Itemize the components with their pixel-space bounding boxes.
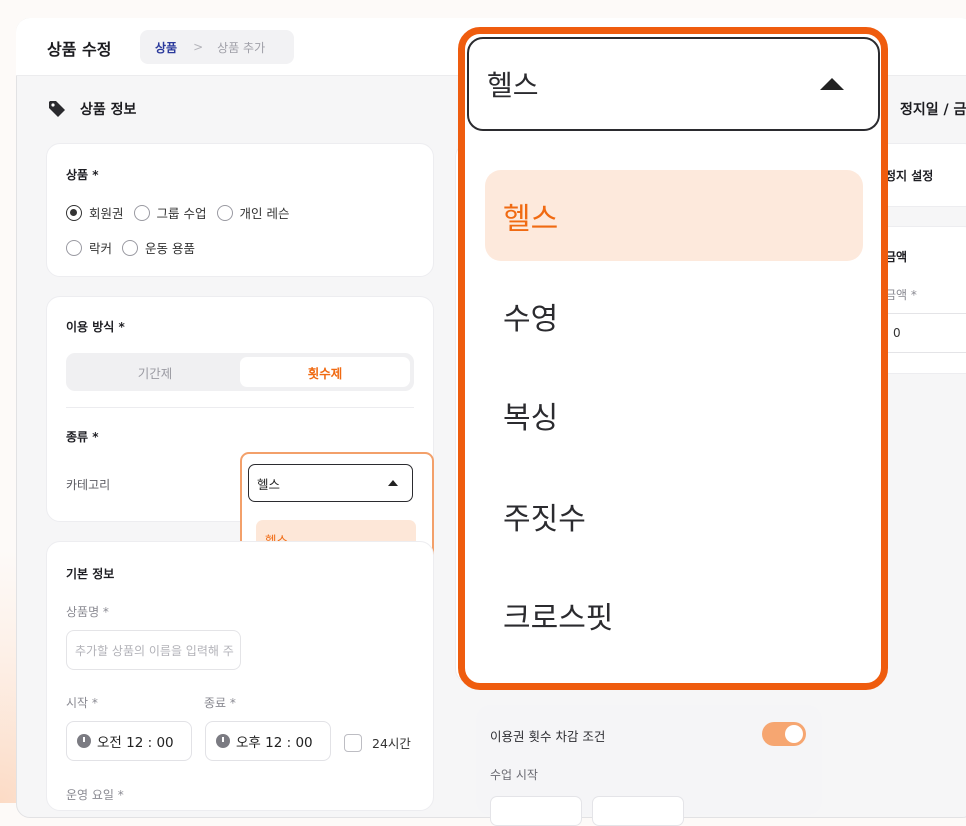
zoomed-option-swim[interactable]: 수영 bbox=[503, 270, 558, 361]
class-start-option-2[interactable] bbox=[592, 796, 684, 826]
radio-label: 운동 용품 bbox=[145, 241, 195, 256]
kind-label: 종류 * bbox=[66, 430, 99, 444]
radio-dot[interactable] bbox=[66, 204, 82, 221]
product-name-input[interactable]: 추가할 상품의 이름을 입력해 주 bbox=[66, 630, 241, 670]
section-title-text: 상품 정보 bbox=[80, 102, 137, 118]
radio-membership[interactable]: 회원권 bbox=[66, 203, 124, 222]
radio-label: 개인 레슨 bbox=[239, 206, 290, 221]
category-label: 카테고리 bbox=[66, 478, 111, 492]
breadcrumb-next[interactable]: 상품 추가 bbox=[217, 39, 265, 56]
radio-dot[interactable] bbox=[216, 204, 233, 221]
name-label: 상품명 * bbox=[66, 605, 109, 619]
pause-label: 정지 설정 bbox=[885, 169, 934, 183]
zoomed-option-jiujitsu[interactable]: 주짓수 bbox=[503, 470, 586, 561]
end-label: 종료 * bbox=[204, 696, 236, 710]
product-name-placeholder: 추가할 상품의 이름을 입력해 주 bbox=[75, 643, 234, 658]
divider bbox=[66, 407, 414, 408]
radio-label: 회원권 bbox=[89, 206, 124, 221]
caret-up-icon bbox=[388, 480, 398, 486]
weekday-label: 운영 요일 * bbox=[66, 788, 124, 802]
breadcrumb-separator: > bbox=[193, 40, 204, 54]
tag-icon bbox=[49, 101, 65, 117]
radio-dot[interactable] bbox=[66, 239, 82, 256]
zoomed-select-value: 헬스 bbox=[487, 69, 539, 102]
radio-group-class[interactable]: 그룹 수업 bbox=[133, 203, 207, 222]
class-start-label: 수업 시작 bbox=[490, 768, 538, 782]
page-title: 상품 수정 bbox=[47, 40, 112, 59]
product-label: 상품 * bbox=[66, 168, 99, 182]
radio-sports-goods[interactable]: 운동 용품 bbox=[122, 238, 195, 257]
zoomed-option-boxing[interactable]: 복싱 bbox=[503, 369, 558, 460]
breadcrumb: 상품 > 상품 추가 bbox=[140, 30, 294, 64]
usage-label: 이용 방식 * bbox=[66, 320, 125, 334]
amount-input[interactable]: 0 bbox=[878, 313, 966, 353]
radio-dot[interactable] bbox=[122, 239, 139, 256]
amount-label: 금액 * bbox=[885, 288, 917, 302]
category-select[interactable]: 헬스 bbox=[248, 464, 413, 502]
allday-checkbox[interactable] bbox=[344, 733, 362, 752]
clock-icon bbox=[216, 734, 230, 748]
zoomed-option-crossfit[interactable]: 크로스핏 bbox=[503, 569, 613, 660]
tab-period[interactable]: 기간제 bbox=[70, 357, 240, 387]
product-radio-row-1: 회원권 그룹 수업 개인 레슨 bbox=[66, 203, 299, 222]
section-product-info: 상품 정보 bbox=[48, 99, 136, 119]
radio-label: 락커 bbox=[89, 241, 113, 256]
deduct-toggle[interactable] bbox=[762, 722, 806, 746]
zoomed-option-health[interactable]: 헬스 bbox=[503, 170, 558, 261]
allday-checkbox-row[interactable]: 24시간 bbox=[344, 733, 411, 752]
end-time-picker[interactable]: 오후 12 : 00 bbox=[205, 721, 331, 761]
deduct-label: 이용권 횟수 차감 조건 bbox=[490, 729, 606, 744]
class-start-option-1[interactable] bbox=[490, 796, 582, 826]
amount-title: 금액 bbox=[885, 250, 908, 264]
radio-locker[interactable]: 락커 bbox=[66, 238, 112, 257]
category-select-value: 헬스 bbox=[257, 476, 281, 492]
caret-up-icon bbox=[820, 78, 844, 90]
tab-count[interactable]: 횟수제 bbox=[240, 357, 410, 387]
breadcrumb-current[interactable]: 상품 bbox=[155, 39, 177, 56]
start-time-picker[interactable]: 오전 12 : 00 bbox=[66, 721, 192, 761]
radio-dot[interactable] bbox=[133, 204, 150, 221]
end-time-value: 오후 12 : 00 bbox=[236, 735, 313, 751]
start-time-value: 오전 12 : 00 bbox=[97, 735, 174, 751]
start-label: 시작 * bbox=[66, 696, 98, 710]
product-radio-row-2: 락커 운동 용품 bbox=[66, 238, 205, 257]
radio-personal-lesson[interactable]: 개인 레슨 bbox=[216, 203, 290, 222]
basic-info-title: 기본 정보 bbox=[66, 567, 115, 581]
allday-label: 24시간 bbox=[372, 736, 411, 751]
clock-icon bbox=[77, 734, 91, 748]
amount-value: 0 bbox=[893, 326, 901, 340]
section-pause-title: 정지일 / 금 bbox=[900, 102, 966, 118]
usage-segmented-control: 기간제 횟수제 bbox=[66, 353, 414, 391]
radio-label: 그룹 수업 bbox=[156, 206, 207, 221]
zoomed-select[interactable]: 헬스 bbox=[467, 37, 880, 131]
